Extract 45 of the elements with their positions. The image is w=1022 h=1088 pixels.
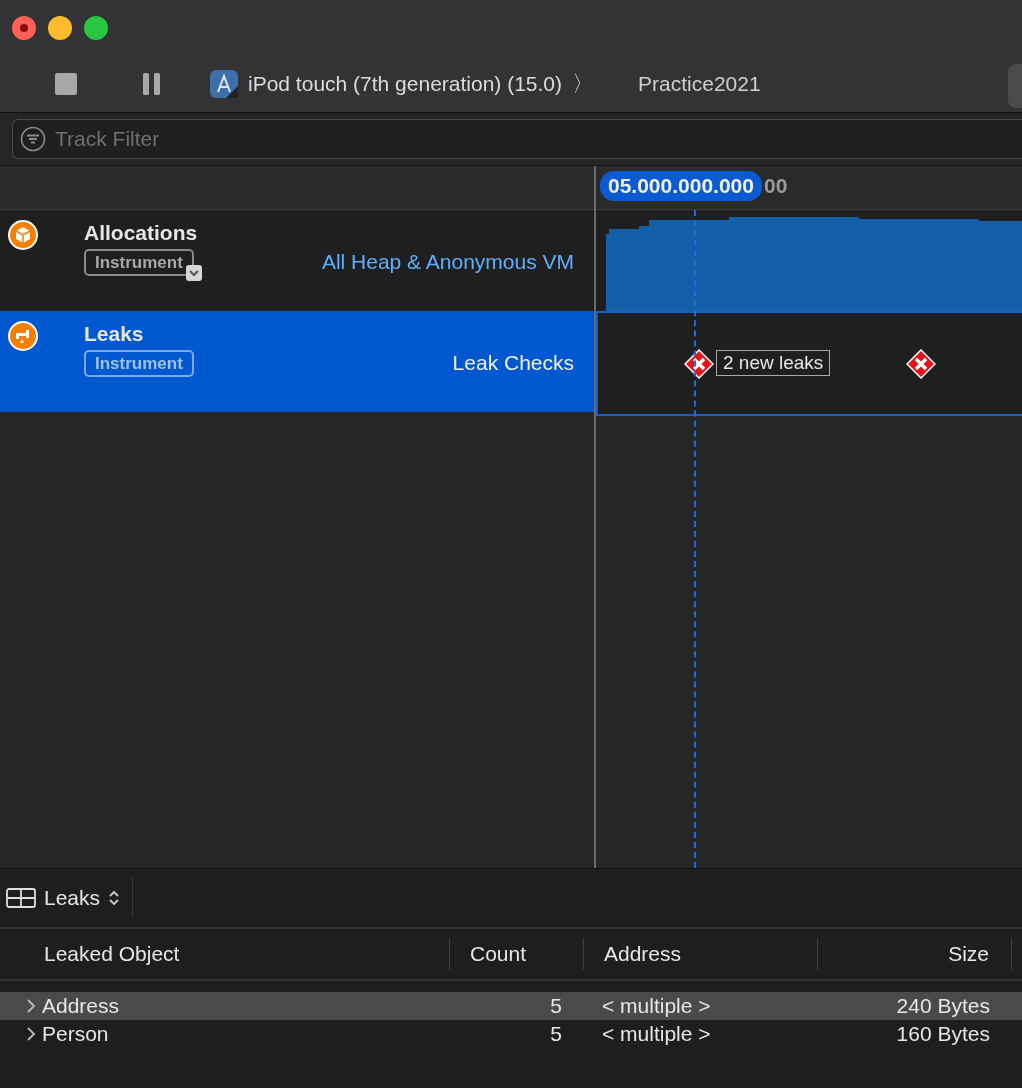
track-filter-field[interactable]: Track Filter <box>12 119 1022 159</box>
updown-chevron-icon <box>108 889 121 907</box>
leak-callout: 2 new leaks <box>716 350 831 376</box>
table-cell: < multiple > <box>602 1022 711 1045</box>
table-row[interactable]: Address 5 < multiple > 240 Bytes <box>0 992 1022 1020</box>
track-row[interactable]: Allocations Instrument All Heap & Anonymous VM <box>0 210 594 311</box>
pause-button[interactable] <box>142 72 162 96</box>
column-header[interactable]: Count <box>470 942 527 966</box>
track-name: Leaks <box>84 322 144 346</box>
faucet-icon <box>8 321 38 351</box>
error-icon[interactable] <box>684 349 714 379</box>
table-cell: Person <box>42 1022 109 1046</box>
zoom-button[interactable] <box>84 16 108 40</box>
track-row[interactable]: Leaks Instrument Leak Checks <box>0 311 594 412</box>
minimize-button[interactable] <box>48 16 72 40</box>
table-icon <box>6 888 36 908</box>
target-name[interactable]: Practice2021 <box>638 72 761 96</box>
instrument-badge: Instrument <box>84 350 194 377</box>
column-header[interactable]: Size <box>948 942 989 966</box>
table-cell: 160 Bytes <box>896 1022 990 1045</box>
table-cell: < multiple > <box>602 994 711 1017</box>
column-header[interactable]: Address <box>604 942 682 966</box>
table-cell: 240 Bytes <box>896 994 990 1017</box>
chevron-down-icon[interactable] <box>185 265 202 281</box>
disclosure-icon[interactable] <box>26 998 36 1014</box>
playhead-time[interactable]: 05.000.000.000 <box>600 171 762 201</box>
filter-icon <box>20 126 46 152</box>
table-row[interactable]: Person 5 < multiple > 160 Bytes <box>0 1020 1022 1048</box>
stop-button[interactable] <box>54 72 78 96</box>
table-cell: 5 <box>550 994 562 1017</box>
table-cell: 5 <box>550 1022 562 1045</box>
ruler-label: 00 <box>764 174 788 198</box>
cube-icon <box>8 220 38 250</box>
close-button[interactable] <box>12 16 36 40</box>
column-header[interactable]: Leaked Object <box>44 942 180 966</box>
breadcrumb-separator: 〉 <box>572 70 595 98</box>
table-cell: Address <box>42 994 120 1018</box>
disclosure-icon[interactable] <box>26 1026 36 1042</box>
track-detail: Leak Checks <box>452 351 574 375</box>
device-name[interactable]: iPod touch (7th generation) (15.0) <box>248 72 563 96</box>
track-detail: All Heap & Anonymous VM <box>321 250 574 274</box>
track-name: Allocations <box>84 221 198 245</box>
app-icon <box>210 70 238 98</box>
view-selector[interactable]: Leaks <box>0 878 134 918</box>
error-icon[interactable] <box>906 349 936 379</box>
